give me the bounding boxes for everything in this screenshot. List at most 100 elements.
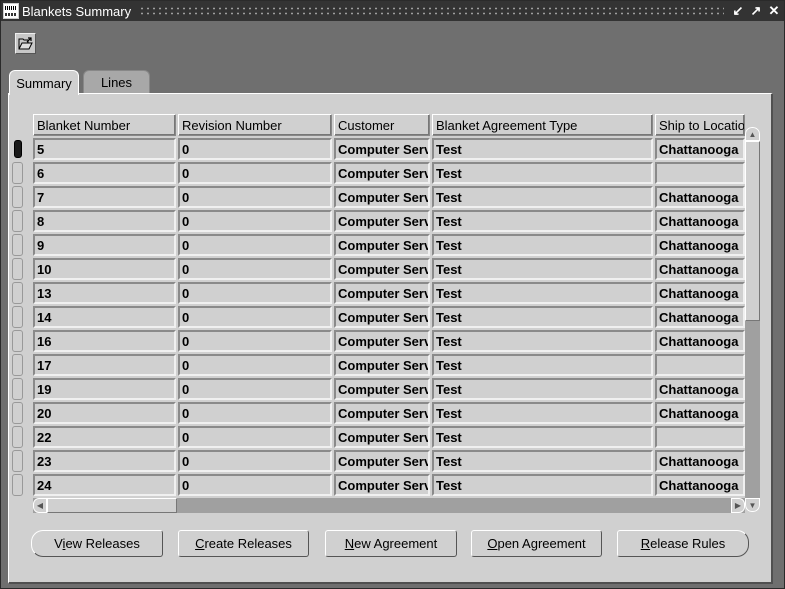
row-selector[interactable] bbox=[12, 378, 23, 400]
row-selector[interactable] bbox=[12, 354, 23, 376]
ship-to-location-cell[interactable]: Chattanooga bbox=[655, 450, 745, 472]
revision-number-cell[interactable]: 0 bbox=[178, 354, 332, 376]
revision-number-cell[interactable]: 0 bbox=[178, 426, 332, 448]
customer-cell[interactable]: Computer Serv bbox=[334, 474, 430, 496]
revision-number-cell[interactable]: 0 bbox=[178, 402, 332, 424]
agreement-type-cell[interactable]: Test bbox=[432, 162, 653, 184]
ship-to-location-cell[interactable] bbox=[655, 354, 745, 376]
customer-cell[interactable]: Computer Serv bbox=[334, 186, 430, 208]
tab-lines[interactable]: Lines bbox=[83, 70, 150, 94]
revision-number-cell[interactable]: 0 bbox=[178, 378, 332, 400]
view-releases-button[interactable]: View Releases bbox=[31, 530, 163, 557]
blanket-number-cell[interactable]: 16 bbox=[33, 330, 176, 352]
ship-to-location-cell[interactable]: Chattanooga bbox=[655, 138, 745, 160]
vertical-scrollbar[interactable]: ▲ ▼ bbox=[745, 127, 760, 512]
blanket-number-cell[interactable]: 23 bbox=[33, 450, 176, 472]
blanket-number-cell[interactable]: 19 bbox=[33, 378, 176, 400]
revision-number-cell[interactable]: 0 bbox=[178, 186, 332, 208]
customer-cell[interactable]: Computer Serv bbox=[334, 138, 430, 160]
agreement-type-cell[interactable]: Test bbox=[432, 234, 653, 256]
blanket-number-cell[interactable]: 20 bbox=[33, 402, 176, 424]
ship-to-location-cell[interactable] bbox=[655, 162, 745, 184]
row-selector[interactable] bbox=[12, 282, 23, 304]
customer-cell[interactable]: Computer Serv bbox=[334, 282, 430, 304]
customer-cell[interactable]: Computer Serv bbox=[334, 234, 430, 256]
ship-to-location-header[interactable]: Ship to Locatio bbox=[655, 114, 745, 136]
ship-to-location-cell[interactable] bbox=[655, 426, 745, 448]
blanket-number-cell[interactable]: 6 bbox=[33, 162, 176, 184]
customer-cell[interactable]: Computer Serv bbox=[334, 306, 430, 328]
ship-to-location-cell[interactable]: Chattanooga bbox=[655, 330, 745, 352]
revision-number-cell[interactable]: 0 bbox=[178, 474, 332, 496]
row-selector[interactable] bbox=[12, 426, 23, 448]
blanket-number-cell[interactable]: 7 bbox=[33, 186, 176, 208]
new-agreement-button[interactable]: New Agreement bbox=[325, 530, 457, 557]
ship-to-location-cell[interactable]: Chattanooga bbox=[655, 306, 745, 328]
agreement-type-cell[interactable]: Test bbox=[432, 258, 653, 280]
agreement-type-cell[interactable]: Test bbox=[432, 330, 653, 352]
agreement-type-cell[interactable]: Test bbox=[432, 210, 653, 232]
blanket-number-cell[interactable]: 13 bbox=[33, 282, 176, 304]
ship-to-location-cell[interactable]: Chattanooga bbox=[655, 402, 745, 424]
create-releases-button[interactable]: Create Releases bbox=[178, 530, 309, 557]
ship-to-location-cell[interactable]: Chattanooga bbox=[655, 186, 745, 208]
row-selector[interactable] bbox=[12, 474, 23, 496]
minimize-icon[interactable]: ↙ bbox=[730, 3, 746, 19]
revision-number-cell[interactable]: 0 bbox=[178, 258, 332, 280]
blanket-number-cell[interactable]: 5 bbox=[33, 138, 176, 160]
revision-number-cell[interactable]: 0 bbox=[178, 282, 332, 304]
agreement-type-cell[interactable]: Test bbox=[432, 378, 653, 400]
blanket-number-cell[interactable]: 17 bbox=[33, 354, 176, 376]
ship-to-location-cell[interactable]: Chattanooga bbox=[655, 234, 745, 256]
revision-number-cell[interactable]: 0 bbox=[178, 210, 332, 232]
maximize-icon[interactable]: ↗ bbox=[748, 3, 764, 19]
blanket-number-cell[interactable]: 8 bbox=[33, 210, 176, 232]
scroll-left-icon[interactable]: ◀ bbox=[33, 498, 47, 513]
agreement-type-cell[interactable]: Test bbox=[432, 450, 653, 472]
row-selector[interactable] bbox=[12, 186, 23, 208]
row-selector[interactable] bbox=[12, 402, 23, 424]
row-selector[interactable] bbox=[14, 140, 22, 158]
vertical-scroll-thumb[interactable] bbox=[745, 141, 760, 321]
agreement-type-cell[interactable]: Test bbox=[432, 282, 653, 304]
blanket-number-cell[interactable]: 9 bbox=[33, 234, 176, 256]
close-icon[interactable]: ✕ bbox=[766, 3, 782, 19]
revision-number-cell[interactable]: 0 bbox=[178, 138, 332, 160]
blanket-number-cell[interactable]: 14 bbox=[33, 306, 176, 328]
customer-cell[interactable]: Computer Serv bbox=[334, 378, 430, 400]
blanket-number-cell[interactable]: 22 bbox=[33, 426, 176, 448]
ship-to-location-cell[interactable]: Chattanooga bbox=[655, 258, 745, 280]
customer-cell[interactable]: Computer Serv bbox=[334, 450, 430, 472]
horizontal-scrollbar[interactable]: ◀ ▶ bbox=[33, 498, 745, 513]
agreement-type-cell[interactable]: Test bbox=[432, 306, 653, 328]
release-rules-button[interactable]: Release Rules bbox=[617, 530, 749, 557]
agreement-type-cell[interactable]: Test bbox=[432, 402, 653, 424]
agreement-type-cell[interactable]: Test bbox=[432, 186, 653, 208]
ship-to-location-cell[interactable]: Chattanooga bbox=[655, 210, 745, 232]
ship-to-location-cell[interactable]: Chattanooga bbox=[655, 282, 745, 304]
title-bar[interactable]: Blankets Summary ↙ ↗ ✕ bbox=[1, 1, 784, 21]
agreement-type-cell[interactable]: Test bbox=[432, 474, 653, 496]
customer-cell[interactable]: Computer Serv bbox=[334, 162, 430, 184]
agreement-type-cell[interactable]: Test bbox=[432, 354, 653, 376]
customer-header[interactable]: Customer bbox=[334, 114, 430, 136]
scroll-down-icon[interactable]: ▼ bbox=[745, 498, 760, 512]
row-selector[interactable] bbox=[12, 450, 23, 472]
customer-cell[interactable]: Computer Serv bbox=[334, 330, 430, 352]
customer-cell[interactable]: Computer Serv bbox=[334, 354, 430, 376]
agreement-type-cell[interactable]: Test bbox=[432, 138, 653, 160]
open-folder-button[interactable] bbox=[15, 33, 36, 54]
agreement-type-header[interactable]: Blanket Agreement Type bbox=[432, 114, 653, 136]
row-selector[interactable] bbox=[12, 234, 23, 256]
revision-number-cell[interactable]: 0 bbox=[178, 306, 332, 328]
ship-to-location-cell[interactable]: Chattanooga bbox=[655, 474, 745, 496]
customer-cell[interactable]: Computer Serv bbox=[334, 210, 430, 232]
row-selector[interactable] bbox=[12, 258, 23, 280]
tab-summary[interactable]: Summary bbox=[9, 70, 79, 95]
customer-cell[interactable]: Computer Serv bbox=[334, 426, 430, 448]
blanket-number-cell[interactable]: 10 bbox=[33, 258, 176, 280]
revision-number-cell[interactable]: 0 bbox=[178, 330, 332, 352]
open-agreement-button[interactable]: Open Agreement bbox=[471, 530, 602, 557]
row-selector[interactable] bbox=[12, 330, 23, 352]
agreement-type-cell[interactable]: Test bbox=[432, 426, 653, 448]
